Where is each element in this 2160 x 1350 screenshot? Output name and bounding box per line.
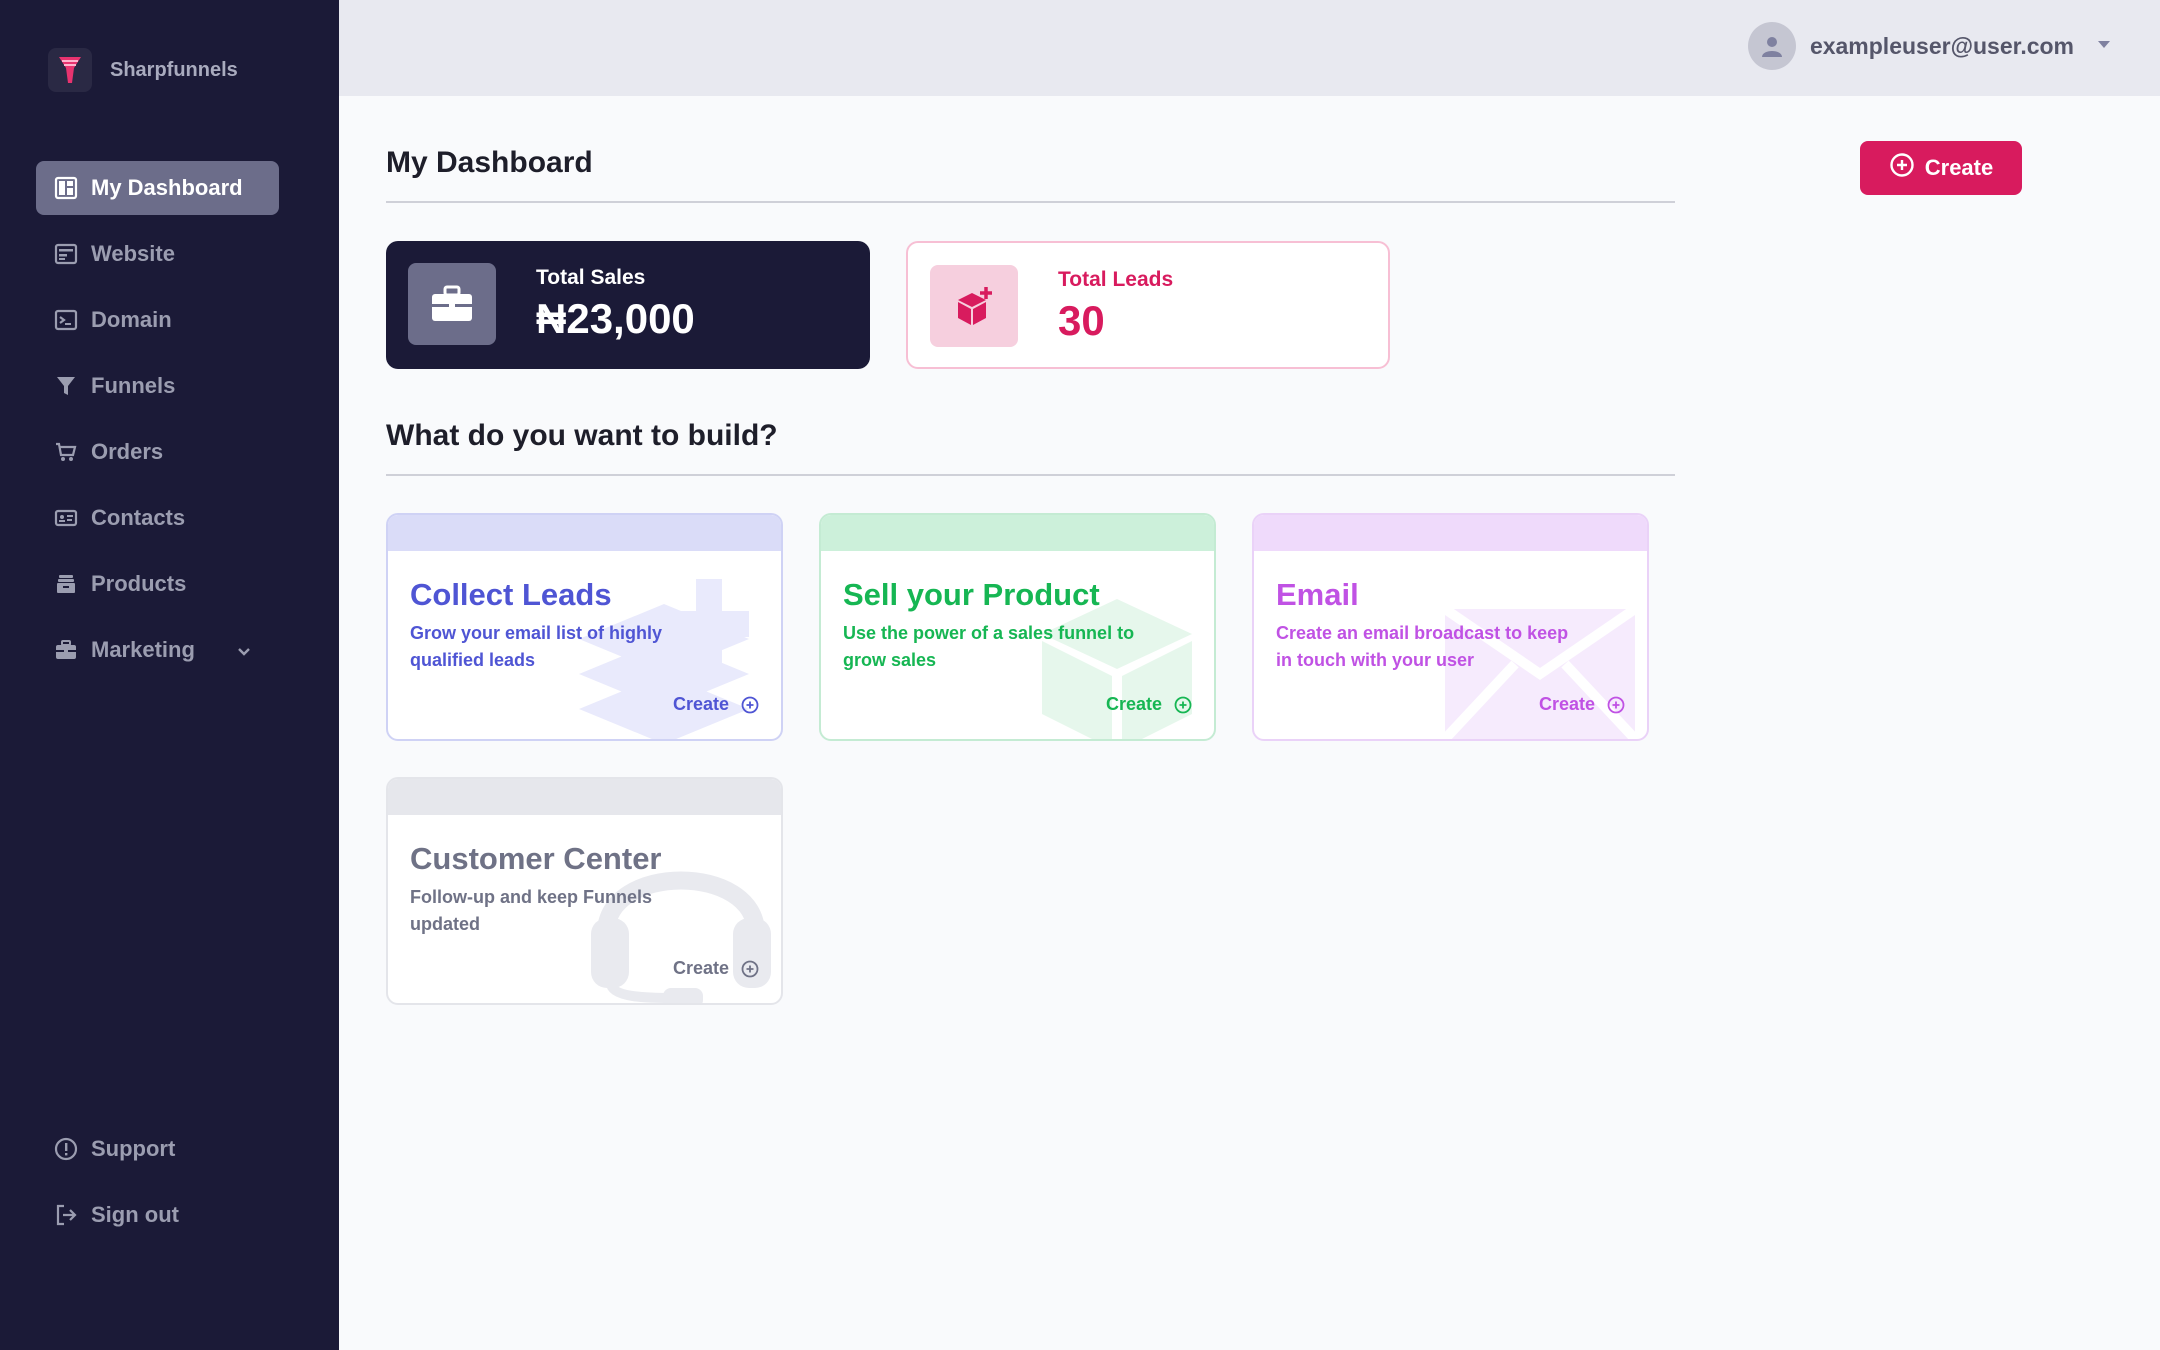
sign-out-icon (53, 1202, 79, 1228)
card-title: Customer Center (410, 841, 662, 876)
card-description: Grow your email list of highly qualified… (410, 623, 663, 670)
page-title: My Dashboard (386, 146, 593, 179)
dashboard-icon (53, 175, 79, 201)
sidebar-bottom-nav: Support Sign out (36, 1122, 279, 1254)
sidebar-item-website[interactable]: Website (36, 227, 279, 281)
sidebar-nav: My Dashboard Website Domain Funnels Orde… (36, 161, 279, 689)
plus-circle-icon (1607, 696, 1625, 713)
sidebar-item-label: Marketing (91, 637, 195, 662)
total-leads-card: Total Leads 30 (906, 241, 1390, 369)
alert-circle-icon (53, 1136, 79, 1162)
top-bar: exampleuser@user.com (339, 0, 2160, 96)
card-title: Email (1276, 577, 1359, 612)
user-menu[interactable]: exampleuser@user.com (1747, 22, 2112, 70)
funnel-logo-icon (48, 48, 92, 92)
card-description: Follow-up and keep Funnels updated (410, 887, 653, 934)
card-header-band (388, 779, 781, 815)
sidebar-item-label: Funnels (91, 373, 176, 398)
sidebar-item-sign-out[interactable]: Sign out (36, 1188, 279, 1242)
box-plus-icon (930, 265, 1018, 347)
sidebar-item-label: Sign out (91, 1202, 179, 1227)
section-divider (386, 474, 1675, 476)
build-section-title: What do you want to build? (386, 419, 778, 452)
sidebar-item-orders[interactable]: Orders (36, 425, 279, 479)
sell-product-card[interactable]: Sell your Product Use the power of a sal… (819, 513, 1216, 741)
plus-circle-icon (741, 960, 759, 977)
total-sales-label: Total Sales (536, 266, 646, 289)
plus-circle-icon (1174, 696, 1192, 713)
card-title: Sell your Product (843, 577, 1100, 612)
total-leads-value: 30 (1058, 297, 1105, 344)
website-icon (53, 241, 79, 267)
sidebar: Sharpfunnels My Dashboard Website Domain… (0, 0, 339, 1350)
card-create-label: Create (672, 958, 729, 978)
card-header-band (821, 515, 1214, 551)
sidebar-item-label: Orders (91, 439, 164, 464)
sidebar-item-label: My Dashboard (91, 175, 243, 200)
card-header-band (1254, 515, 1647, 551)
collect-leads-card[interactable]: Collect Leads Grow your email list of hi… (386, 513, 783, 741)
plus-circle-icon (741, 696, 759, 713)
customer-center-card[interactable]: Customer Center Follow-up and keep Funne… (386, 777, 783, 1005)
card-description: Use the power of a sales funnel to grow … (843, 623, 1135, 670)
card-header-band (388, 515, 781, 551)
card-description: Create an email broadcast to keep in tou… (1276, 623, 1569, 670)
terminal-icon (53, 307, 79, 333)
sidebar-item-label: Contacts (91, 505, 186, 530)
sidebar-item-label: Website (91, 241, 175, 266)
sidebar-item-support[interactable]: Support (36, 1122, 279, 1176)
total-sales-value: ₦23,000 (536, 295, 695, 342)
box-icon (53, 571, 79, 597)
sidebar-item-label: Support (91, 1136, 176, 1161)
cart-icon (53, 439, 79, 465)
card-title: Collect Leads (410, 577, 612, 612)
briefcase-icon (408, 263, 496, 345)
user-email: exampleuser@user.com (1809, 32, 2074, 59)
caret-down-icon[interactable] (2096, 37, 2112, 55)
plus-circle-icon (1889, 152, 1915, 184)
title-divider (386, 201, 1675, 203)
id-card-icon (53, 505, 79, 531)
avatar (1747, 22, 1796, 70)
card-create-link[interactable]: Create (1106, 694, 1192, 715)
sidebar-item-my-dashboard[interactable]: My Dashboard (36, 161, 279, 215)
sidebar-item-marketing[interactable]: Marketing (36, 623, 279, 677)
funnel-icon (53, 373, 79, 399)
total-leads-label: Total Leads (1058, 268, 1174, 291)
email-card[interactable]: Email Create an email broadcast to keep … (1252, 513, 1649, 741)
card-create-link[interactable]: Create (1539, 694, 1625, 715)
create-button[interactable]: Create (1860, 141, 2022, 195)
card-create-label: Create (1538, 694, 1595, 714)
brand-name: Sharpfunnels (110, 58, 238, 81)
sidebar-item-funnels[interactable]: Funnels (36, 359, 279, 413)
card-create-label: Create (1105, 694, 1162, 714)
sidebar-item-domain[interactable]: Domain (36, 293, 279, 347)
sidebar-item-products[interactable]: Products (36, 557, 279, 611)
briefcase-icon (53, 637, 79, 663)
create-button-label: Create (1924, 155, 1994, 180)
chevron-down-icon[interactable] (235, 640, 253, 666)
total-sales-card: Total Sales ₦23,000 (386, 241, 870, 369)
sidebar-item-contacts[interactable]: Contacts (36, 491, 279, 545)
sidebar-item-label: Domain (91, 307, 172, 332)
card-create-label: Create (672, 694, 729, 714)
brand[interactable]: Sharpfunnels (48, 48, 238, 92)
card-create-link[interactable]: Create (673, 694, 759, 715)
card-create-link[interactable]: Create (673, 958, 759, 979)
sidebar-item-label: Products (91, 571, 187, 596)
